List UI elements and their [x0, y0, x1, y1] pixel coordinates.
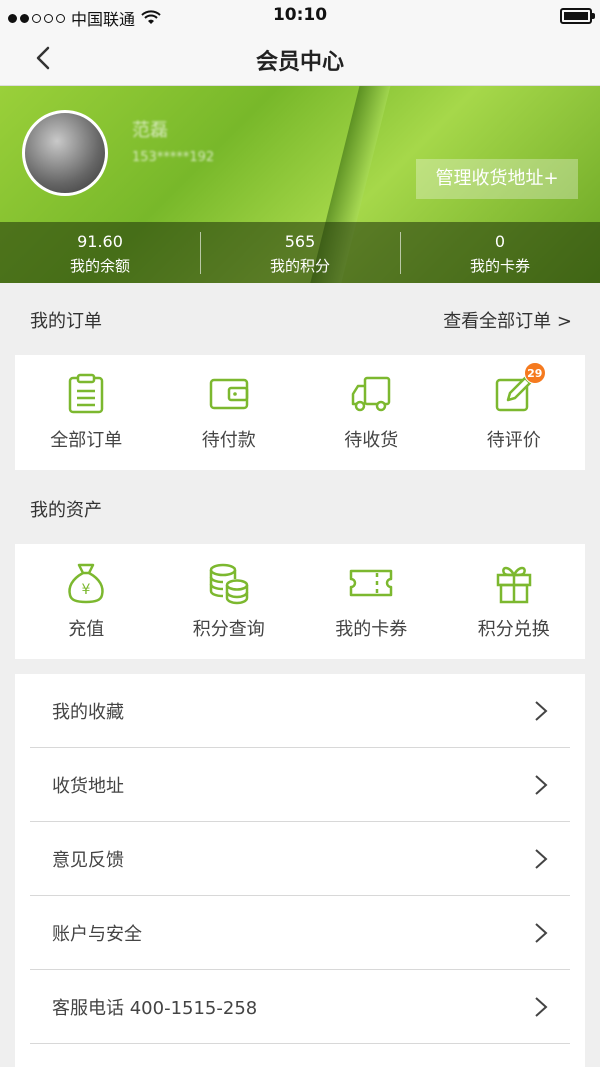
- menu-item-account-security[interactable]: 账户与安全: [30, 896, 570, 970]
- gift-icon: [496, 566, 531, 604]
- menu-item-label: 收货地址: [52, 776, 124, 797]
- asset-item-recharge[interactable]: ¥ 充值: [15, 544, 158, 659]
- asset-item-points-exchange[interactable]: 积分兑换: [443, 544, 586, 659]
- menu-item-label: 我的收藏: [52, 702, 124, 723]
- asset-item-coupons[interactable]: 我的卡券: [300, 544, 443, 659]
- stat-coupons[interactable]: 0 我的卡券: [400, 222, 600, 283]
- orders-section-header: 我的订单 查看全部订单 >: [0, 283, 600, 355]
- asset-item-label: 我的卡券: [335, 619, 408, 640]
- menu-item-feedback[interactable]: 意见反馈: [30, 822, 570, 896]
- asset-item-points-query[interactable]: 积分查询: [158, 544, 301, 659]
- order-item-all[interactable]: 全部订单: [15, 355, 158, 470]
- status-bar: 中国联通 10:10: [0, 0, 600, 32]
- menu-item-label: 意见反馈: [52, 850, 124, 871]
- avatar[interactable]: [22, 110, 108, 196]
- stat-balance[interactable]: 91.60 我的余额: [0, 222, 200, 283]
- user-phone: 153*****192: [132, 150, 215, 165]
- stat-value: 0: [494, 232, 506, 251]
- user-name: 范磊: [132, 120, 168, 141]
- clipboard-icon: [69, 373, 104, 414]
- stats-bar: 91.60 我的余额 565 我的积分 0 我的卡券: [0, 222, 600, 283]
- asset-item-label: 充值: [68, 619, 105, 640]
- chevron-right-icon: [535, 849, 548, 869]
- stat-label: 我的余额: [69, 257, 130, 275]
- stat-points[interactable]: 565 我的积分: [200, 222, 400, 283]
- stat-value: 565: [284, 232, 316, 251]
- stat-label: 我的卡券: [469, 257, 530, 275]
- wallet-icon: [209, 378, 248, 410]
- chevron-right-icon: [535, 923, 548, 943]
- chevron-right-icon: [535, 701, 548, 721]
- view-all-orders-link[interactable]: 查看全部订单 >: [443, 307, 572, 333]
- manage-address-button[interactable]: 管理收货地址+: [416, 159, 578, 199]
- page-title: 会员中心: [255, 50, 344, 75]
- money-bag-icon: ¥: [68, 563, 104, 604]
- menu-item-label: 账户与安全: [52, 924, 142, 945]
- menu-item-favorites[interactable]: 我的收藏: [30, 674, 570, 748]
- order-item-label: 待收货: [344, 430, 399, 451]
- orders-card: 全部订单 待付款 待收货 29 待评价: [15, 355, 585, 470]
- svg-text:¥: ¥: [82, 582, 91, 598]
- orders-title: 我的订单: [30, 311, 102, 332]
- asset-item-label: 积分兑换: [477, 619, 550, 640]
- order-item-pending-delivery[interactable]: 待收货: [300, 355, 443, 470]
- truck-icon: [352, 376, 391, 412]
- nav-bar: 会员中心: [0, 32, 600, 86]
- review-count-badge: 29: [523, 362, 546, 384]
- menu-item-address[interactable]: 收货地址: [30, 748, 570, 822]
- assets-card: ¥ 充值 积分查询 我的卡券 积分兑换: [15, 544, 585, 659]
- stat-value: 91.60: [77, 232, 123, 251]
- asset-item-label: 积分查询: [192, 619, 265, 640]
- chevron-right-icon: [535, 997, 548, 1017]
- stat-label: 我的积分: [269, 257, 330, 275]
- menu-item-label: 客服电话 400-1515-258: [52, 998, 258, 1019]
- profile-banner: 范磊 153*****192 管理收货地址+ 91.60 我的余额 565 我的…: [0, 86, 600, 283]
- order-item-label: 待评价: [486, 430, 541, 451]
- coin-stack-icon: [209, 563, 248, 605]
- assets-section-header: 我的资产: [0, 472, 600, 544]
- battery-icon: [560, 8, 595, 24]
- chevron-right-icon: [535, 775, 548, 795]
- menu-list: 我的收藏 收货地址 意见反馈 账户与安全 客服电话 400-1515-258: [15, 674, 585, 1067]
- menu-item-customer-service[interactable]: 客服电话 400-1515-258: [30, 970, 570, 1044]
- assets-title: 我的资产: [30, 500, 102, 521]
- ticket-icon: [350, 569, 393, 597]
- status-time: 10:10: [272, 5, 328, 25]
- order-item-label: 全部订单: [50, 430, 123, 451]
- order-item-label: 待付款: [201, 430, 256, 451]
- order-item-pending-payment[interactable]: 待付款: [158, 355, 301, 470]
- order-item-pending-review[interactable]: 29 待评价: [443, 355, 586, 470]
